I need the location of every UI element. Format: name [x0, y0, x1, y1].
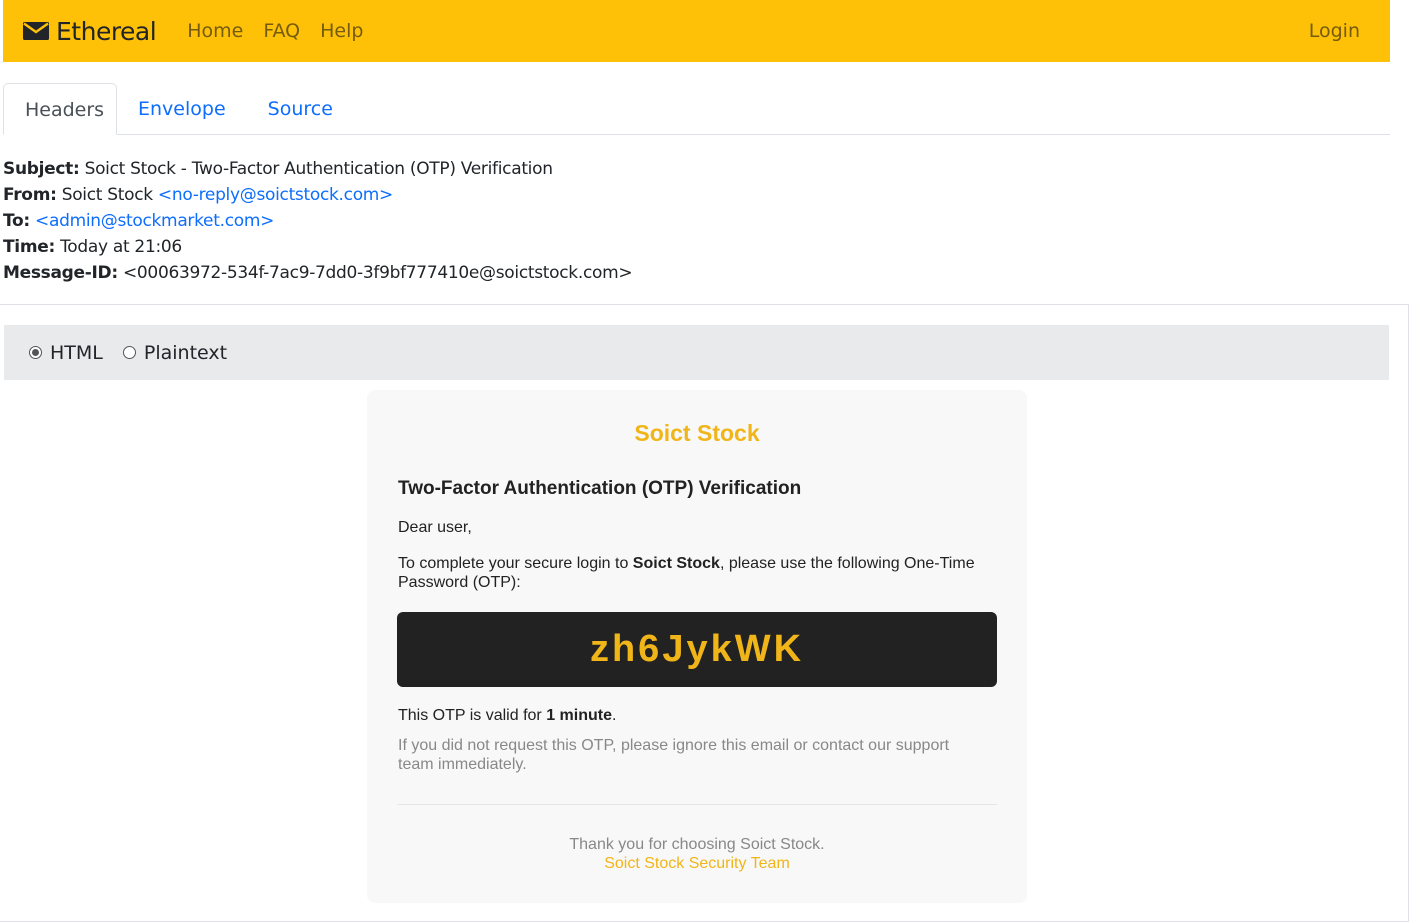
brand-link[interactable]: Ethereal: [23, 16, 157, 46]
otp-box: zh6JykWK: [397, 612, 997, 687]
login-link[interactable]: Login: [1309, 20, 1360, 42]
to-email-link[interactable]: <admin@stockmarket.com>: [35, 211, 274, 231]
email-title: Two-Factor Authentication (OTP) Verifica…: [398, 478, 802, 499]
to-row: To: <admin@stockmarket.com>: [3, 208, 632, 234]
footer-thanks: Thank you for choosing Soict Stock.: [569, 836, 825, 853]
email-brand: Soict Stock: [634, 420, 760, 446]
to-label: To:: [3, 211, 30, 231]
nav-home-link[interactable]: Home: [187, 20, 243, 42]
tab-source[interactable]: Source: [247, 83, 354, 134]
message-id-row: Message-ID: <00063972-534f-7ac9-7dd0-3f9…: [3, 260, 633, 286]
message-tabs: Headers Envelope Source: [3, 83, 1390, 135]
subject-label: Subject:: [3, 159, 80, 179]
ignore-note: If you did not request this OTP, please …: [398, 737, 950, 773]
plaintext-radio[interactable]: [122, 346, 136, 359]
otp-validity: This OTP is valid for 1 minute.: [398, 707, 616, 725]
footer-team: Soict Stock Security Team: [604, 855, 790, 872]
from-row: From: Soict Stock <no-reply@soictstock.c…: [3, 182, 632, 208]
divider: [397, 804, 997, 805]
otp-code[interactable]: zh6JykWK: [590, 628, 804, 671]
plaintext-radio-label: Plaintext: [143, 341, 228, 364]
view-mode-toggle: HTML Plaintext: [4, 325, 1389, 380]
html-radio-label: HTML: [50, 341, 103, 364]
navbar: Ethereal Home FAQ Help Login: [3, 0, 1390, 62]
from-label: From:: [3, 185, 57, 205]
email-footer: Thank you for choosing Soict Stock. Soic…: [367, 835, 1027, 873]
from-name: Soict Stock: [61, 185, 153, 205]
message-headers: Subject: Soict Stock - Two-Factor Authen…: [3, 156, 633, 286]
validity-pre: This OTP is valid for: [398, 707, 547, 724]
subject-value: Soict Stock - Two-Factor Authentication …: [84, 159, 553, 179]
from-email-link[interactable]: <no-reply@soictstock.com>: [158, 185, 393, 205]
message-id-value: <00063972-534f-7ac9-7dd0-3f9bf777410e@so…: [122, 263, 633, 283]
nav-faq-link[interactable]: FAQ: [263, 20, 300, 42]
html-radio[interactable]: [29, 346, 42, 359]
message-id-label: Message-ID:: [3, 263, 118, 283]
validity-post: .: [611, 707, 617, 724]
html-view-option[interactable]: HTML: [29, 342, 103, 364]
plaintext-view-option[interactable]: Plaintext: [122, 341, 228, 364]
email-body: To complete your secure login to Soict S…: [398, 554, 998, 592]
validity-duration: 1 minute: [546, 707, 612, 724]
brand-name: Ethereal: [56, 16, 157, 46]
nav-links: Home FAQ Help: [174, 20, 370, 42]
tab-headers[interactable]: Headers: [3, 83, 117, 135]
envelope-icon: [23, 22, 49, 40]
email-content-card: Soict Stock Two-Factor Authentication (O…: [367, 390, 1027, 903]
tab-envelope[interactable]: Envelope: [117, 83, 247, 134]
subject-row: Subject: Soict Stock - Two-Factor Authen…: [3, 156, 632, 182]
nav-help-link[interactable]: Help: [320, 20, 363, 42]
time-label: Time:: [3, 237, 55, 257]
body-text-pre: To complete your secure login to: [398, 555, 633, 572]
time-row: Time: Today at 21:06: [3, 234, 632, 260]
body-text-bold: Soict Stock: [632, 555, 720, 572]
email-greeting: Dear user,: [398, 519, 472, 536]
time-value: Today at 21:06: [60, 237, 182, 257]
